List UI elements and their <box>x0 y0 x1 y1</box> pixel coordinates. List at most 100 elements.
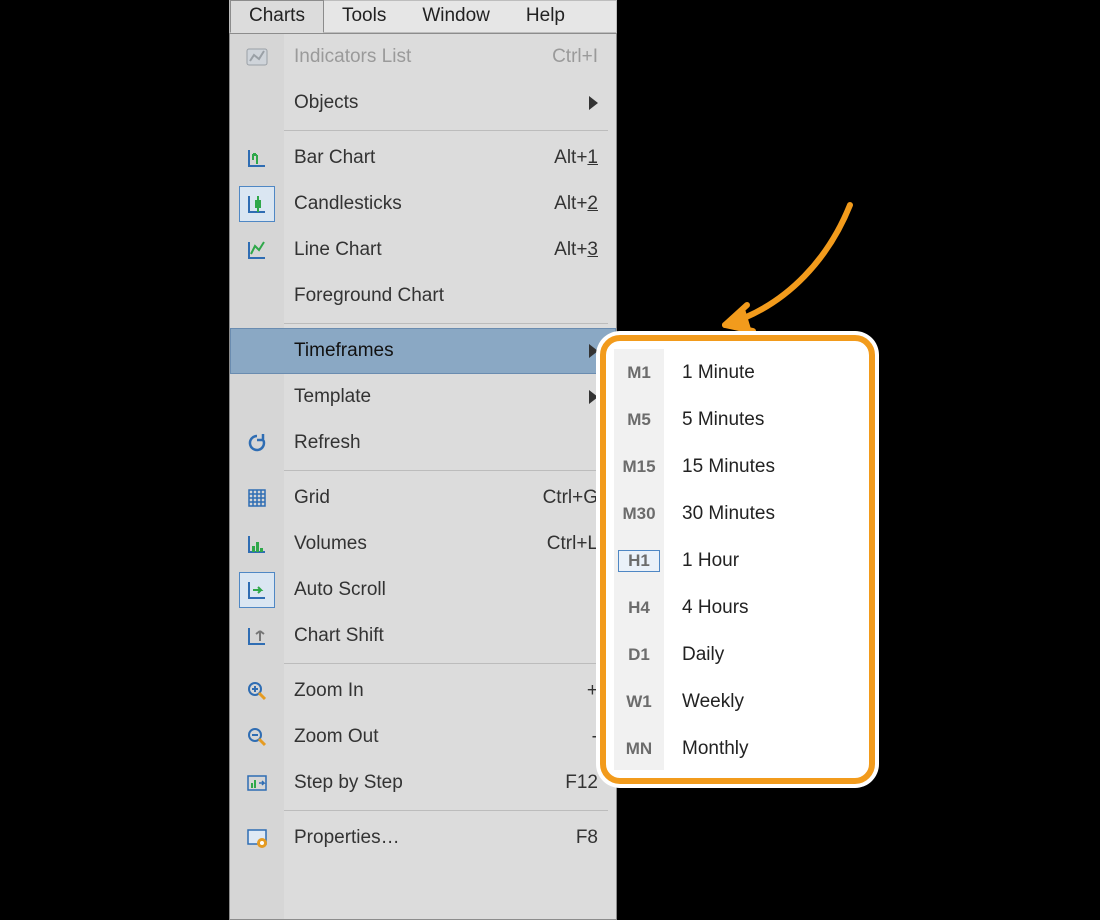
autoscroll-icon <box>239 572 275 608</box>
menu-separator <box>284 663 608 664</box>
timeframe-label: 1 Minute <box>664 362 755 384</box>
menu-item-shortcut: F12 <box>565 772 598 794</box>
menu-item-label: Grid <box>294 487 529 509</box>
menu-item-label: Objects <box>294 92 589 114</box>
timeframe-item-h1[interactable]: H11 Hour <box>614 537 861 584</box>
timeframe-code: M5 <box>614 410 664 430</box>
menu-item-label: Bar Chart <box>294 147 540 169</box>
menu-item-label: Auto Scroll <box>294 579 598 601</box>
menu-item-line-chart[interactable]: Line Chart Alt+3 <box>230 227 616 273</box>
menu-item-shortcut: Ctrl+I <box>552 46 598 68</box>
menu-item-label: Chart Shift <box>294 625 598 647</box>
menu-item-zoom-out[interactable]: Zoom Out- <box>230 714 616 760</box>
menu-item-label: Indicators List <box>294 46 538 68</box>
timeframe-item-d1[interactable]: D1Daily <box>614 631 861 678</box>
timeframe-label: 1 Hour <box>664 550 739 572</box>
menu-item-shortcut: Ctrl+G <box>543 487 598 509</box>
menu-item-shortcut: - <box>592 726 598 748</box>
submenu-arrow-icon <box>589 344 598 358</box>
timeframe-item-m15[interactable]: M1515 Minutes <box>614 443 861 490</box>
timeframe-label: Monthly <box>664 738 749 760</box>
menu-item-template[interactable]: Template <box>230 374 616 420</box>
grid-icon <box>241 482 273 514</box>
timeframe-code: M15 <box>614 457 664 477</box>
callout-arrow-icon <box>680 195 870 355</box>
timeframe-code: D1 <box>614 645 664 665</box>
menu-item-indicators-list: Indicators List Ctrl+I <box>230 34 616 80</box>
timeframe-code: MN <box>614 739 664 759</box>
timeframe-item-mn[interactable]: MNMonthly <box>614 725 861 772</box>
menu-item-chart-shift[interactable]: Chart Shift <box>230 613 616 659</box>
timeframe-item-w1[interactable]: W1Weekly <box>614 678 861 725</box>
menu-item-auto-scroll[interactable]: Auto Scroll <box>230 567 616 613</box>
menu-item-label: Timeframes <box>294 340 589 362</box>
menu-item-label: Line Chart <box>294 239 540 261</box>
barchart-icon <box>241 142 273 174</box>
menu-item-grid[interactable]: Grid Ctrl+G <box>230 475 616 521</box>
chartshift-icon <box>241 620 273 652</box>
menubar-item-help[interactable]: Help <box>508 1 583 33</box>
menu-separator <box>284 470 608 471</box>
menu-item-refresh[interactable]: Refresh <box>230 420 616 466</box>
timeframe-code: M30 <box>614 504 664 524</box>
menu-separator <box>284 323 608 324</box>
props-icon <box>241 822 273 854</box>
menubar-item-window[interactable]: Window <box>404 1 508 33</box>
timeframe-label: Weekly <box>664 691 744 713</box>
timeframe-code: W1 <box>614 692 664 712</box>
timeframe-code: M1 <box>614 363 664 383</box>
menu-item-shortcut: + <box>587 680 598 702</box>
timeframes-submenu: M11 MinuteM55 MinutesM1515 MinutesM3030 … <box>600 335 875 784</box>
menu-item-zoom-in[interactable]: Zoom In + <box>230 668 616 714</box>
menu-item-bar-chart[interactable]: Bar Chart Alt+1 <box>230 135 616 181</box>
menu-item-label: Step by Step <box>294 772 551 794</box>
menu-item-foreground-chart[interactable]: Foreground Chart <box>230 273 616 319</box>
menu-item-shortcut: F8 <box>576 827 598 849</box>
menu-item-label: Candlesticks <box>294 193 540 215</box>
menu-item-objects[interactable]: Objects <box>230 80 616 126</box>
menu-item-label: Zoom Out <box>294 726 578 748</box>
menu-item-candlesticks[interactable]: Candlesticks Alt+2 <box>230 181 616 227</box>
submenu-arrow-icon <box>589 390 598 404</box>
menu-item-label: Zoom In <box>294 680 573 702</box>
menu-item-shortcut: Alt+3 <box>554 239 598 261</box>
menubar: Charts Tools Window Help <box>229 0 617 33</box>
menubar-item-charts[interactable]: Charts <box>230 0 324 33</box>
timeframe-item-m30[interactable]: M3030 Minutes <box>614 490 861 537</box>
menubar-item-tools[interactable]: Tools <box>324 1 404 33</box>
timeframe-item-m5[interactable]: M55 Minutes <box>614 396 861 443</box>
zoomin-icon <box>241 675 273 707</box>
menu-item-label: Properties… <box>294 827 562 849</box>
menu-item-shortcut: Alt+1 <box>554 147 598 169</box>
candle-icon <box>239 186 275 222</box>
menu-separator <box>284 810 608 811</box>
submenu-arrow-icon <box>589 96 598 110</box>
menu-item-label: Volumes <box>294 533 533 555</box>
timeframe-label: 4 Hours <box>664 597 749 619</box>
volumes-icon <box>241 528 273 560</box>
zoomout-icon <box>241 721 273 753</box>
timeframe-label: 5 Minutes <box>664 409 764 431</box>
timeframe-code: H1 <box>618 550 660 572</box>
menu-separator <box>284 130 608 131</box>
timeframe-label: 30 Minutes <box>664 503 775 525</box>
menu-item-label: Refresh <box>294 432 598 454</box>
menu-item-shortcut: Ctrl+L <box>547 533 598 555</box>
charts-menu-dropdown: Indicators List Ctrl+I Objects Bar Chart Alt… <box>229 33 617 920</box>
timeframe-label: Daily <box>664 644 724 666</box>
timeframe-item-h4[interactable]: H44 Hours <box>614 584 861 631</box>
refresh-icon <box>241 427 273 459</box>
indicators-icon <box>241 41 273 73</box>
menu-item-shortcut: Alt+2 <box>554 193 598 215</box>
timeframe-item-m1[interactable]: M11 Minute <box>614 349 861 396</box>
menu-item-step-by-step[interactable]: Step by Step F12 <box>230 760 616 806</box>
step-icon <box>241 767 273 799</box>
menu-item-volumes[interactable]: Volumes Ctrl+L <box>230 521 616 567</box>
timeframe-label: 15 Minutes <box>664 456 775 478</box>
line-icon <box>241 234 273 266</box>
menu-item-label: Foreground Chart <box>294 285 598 307</box>
menu-item-label: Template <box>294 386 589 408</box>
menu-item-timeframes[interactable]: Timeframes <box>230 328 616 374</box>
timeframe-code: H4 <box>614 598 664 618</box>
menu-item-properties[interactable]: Properties… F8 <box>230 815 616 861</box>
